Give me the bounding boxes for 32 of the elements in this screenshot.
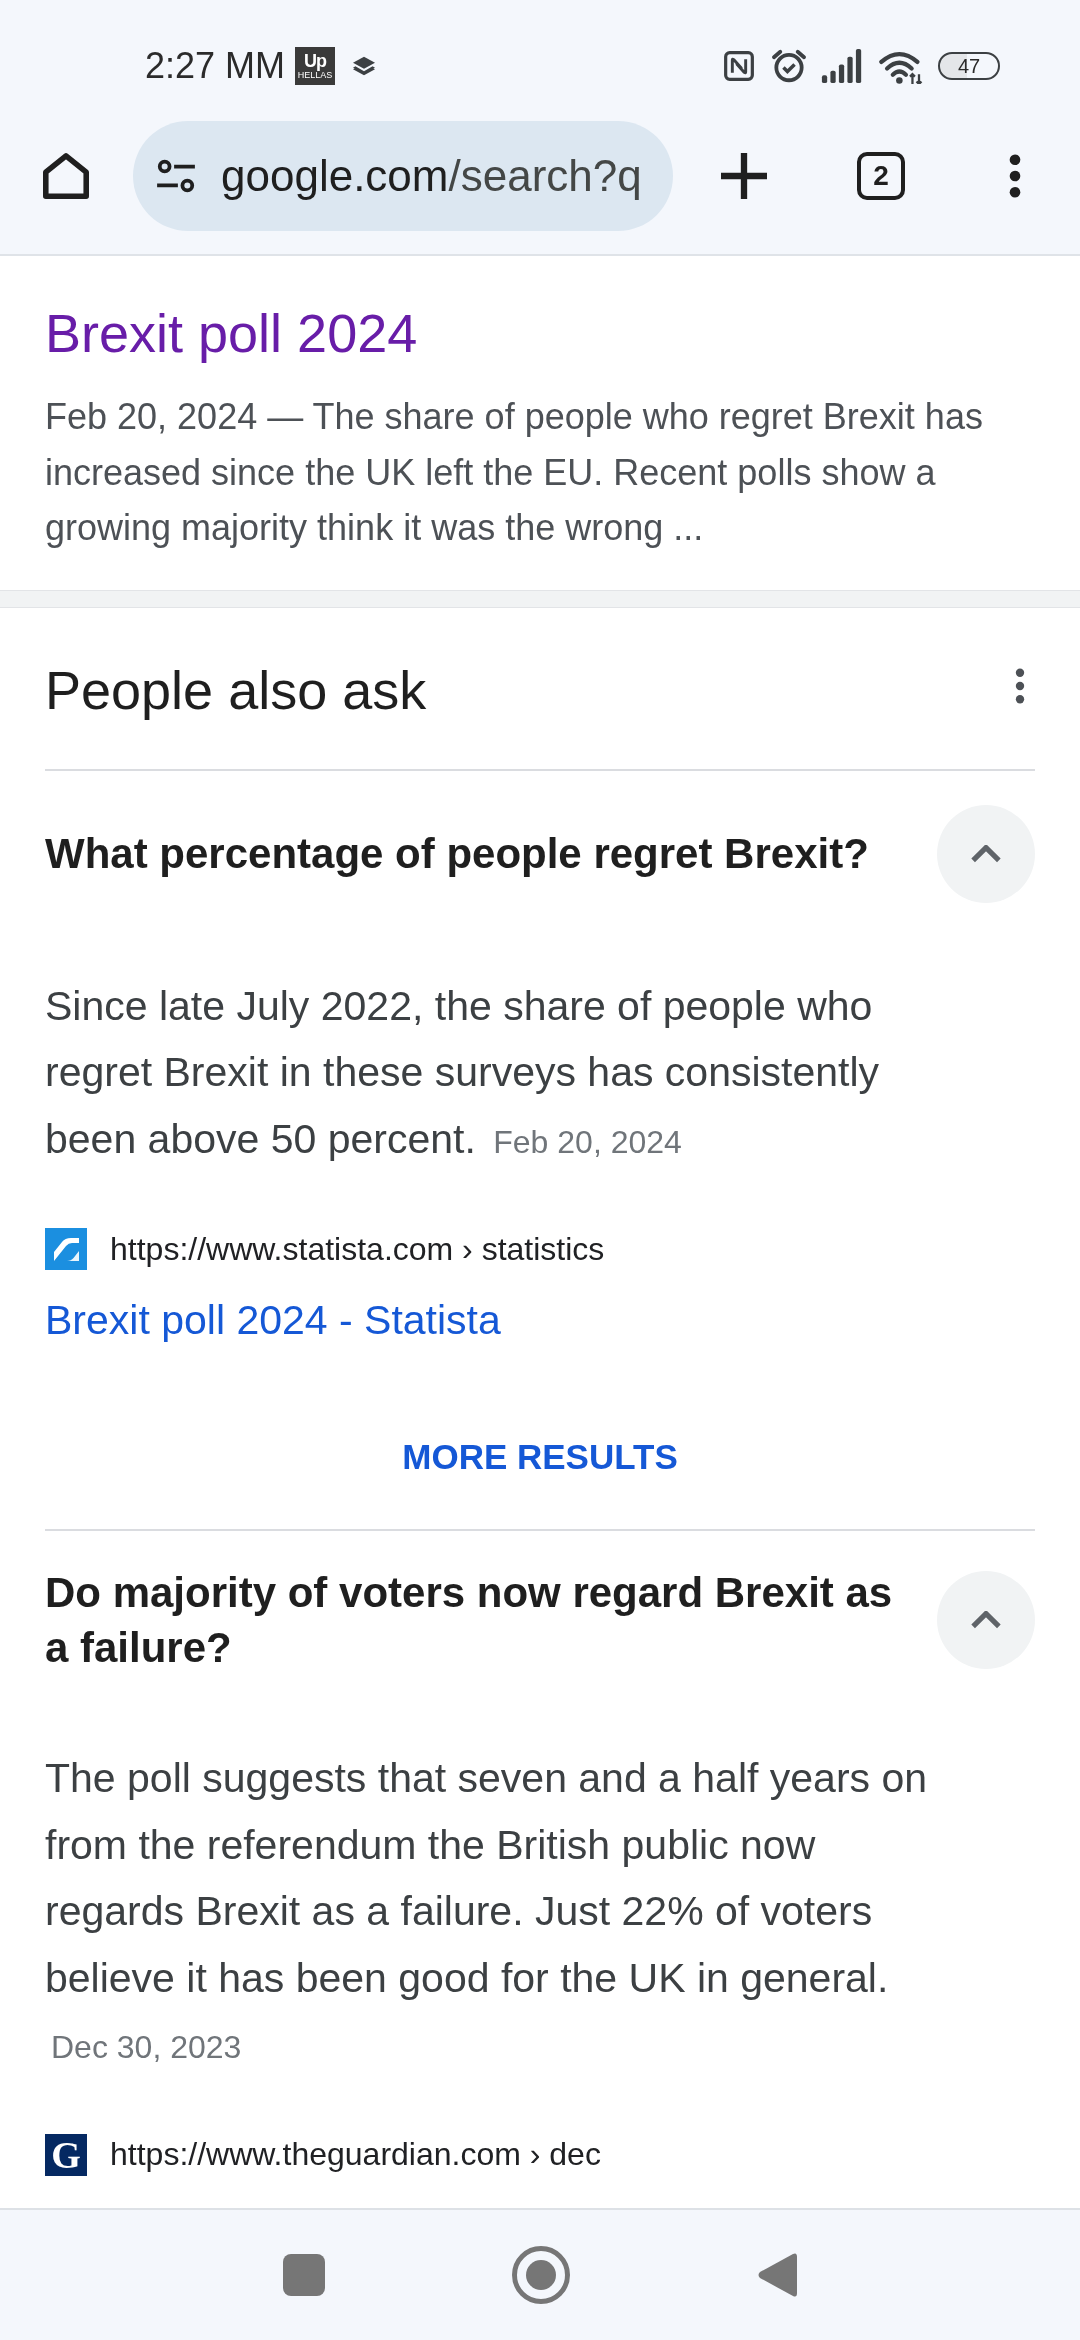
alarm-clock-icon [770,47,808,85]
result-title-link[interactable]: Brexit poll 2024 [45,303,418,363]
question-text[interactable]: Do majority of voters now regard Brexit as a failure? [45,1565,917,1675]
answer-source-link[interactable]: Brexit poll 2024 - Statista [45,1295,501,1345]
app-logo-subtext: HELLAS [297,71,333,80]
chevron-up-icon [971,844,1001,863]
section-heading: People also ask [45,658,427,722]
home-icon[interactable] [42,152,90,200]
app-logo-text: Up [304,52,327,70]
menu-icon[interactable] [1009,154,1021,198]
answer-text: Since late July 2022, the share of people who regret Brexit in these surveys has consistently been above 50 percent. Feb 20, 2024 [45,981,881,1164]
question-text[interactable]: What percentage of people regret Brexit? [45,826,917,881]
source-url[interactable]: https://www.statista.com › statistics [110,1230,605,1268]
address-bar[interactable]: google.com/search?q [133,121,673,231]
recents-icon[interactable] [283,2254,325,2296]
tab-count-button[interactable]: 2 [857,152,905,200]
nfc-icon [723,50,755,82]
more-results-button[interactable]: MORE RESULTS [378,1417,702,1497]
battery-indicator: 47 [938,52,1000,80]
favicon-tile: G [45,2133,87,2176]
source-url[interactable]: https://www.theguardian.com › dec [110,2136,601,2173]
back-icon[interactable] [757,2252,797,2298]
chevron-up-icon [971,1611,1001,1629]
site-favicon-icon [45,1228,87,1270]
answer-text: The poll suggests that seven and a half years on from the referendum the British public now regards Brexit as a failure. Just 22% of voters believe it has been good for the UK in general. Dec 30, 2023 [45,1754,929,2067]
site-settings-icon[interactable] [155,159,197,193]
status-time: 2:27 MM [145,48,286,84]
signal-bars-icon [820,49,864,83]
layers-icon [353,56,376,76]
result-snippet: Feb 20, 2024 — The share of people who regret Brexit has increased since the UK left the EU. Recent polls show a growing majority think it was the wrong ... [45,395,984,550]
more-options-icon[interactable] [1015,667,1025,704]
plus-icon[interactable] [721,153,767,199]
